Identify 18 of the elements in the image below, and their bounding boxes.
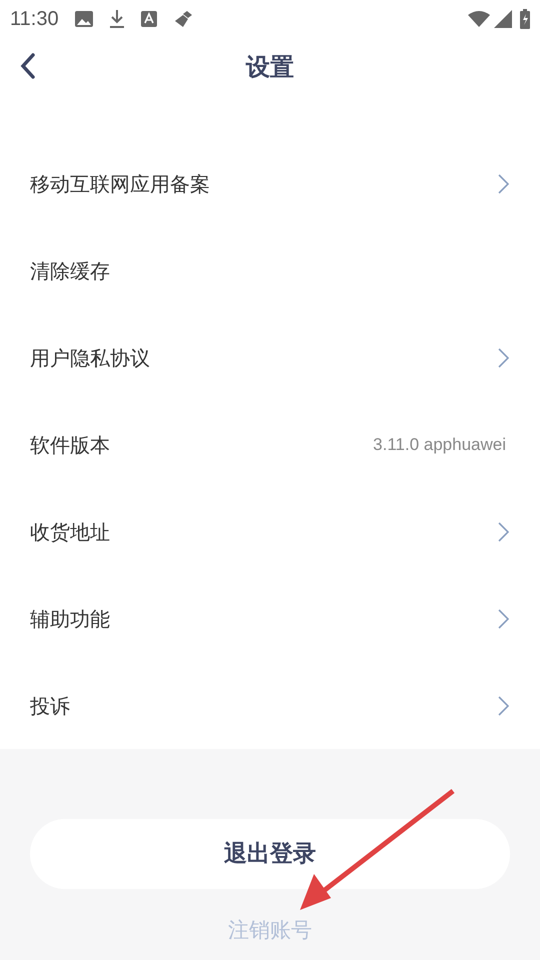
chevron-icon [498, 608, 510, 628]
status-time: 11:30 [10, 7, 59, 32]
logout-button[interactable]: 退出登录 [30, 819, 510, 889]
chevron-icon [498, 174, 510, 194]
download-icon [108, 9, 125, 29]
font-icon [140, 11, 157, 27]
chevron-icon [498, 522, 510, 542]
signal-icon [494, 10, 512, 28]
battery-icon [520, 9, 530, 29]
wifi-icon [468, 11, 490, 27]
setting-label[interactable]: 软件版本 [30, 430, 374, 460]
back-icon[interactable] [20, 53, 36, 79]
chevron-icon [498, 696, 510, 716]
broom-icon [172, 10, 193, 28]
page-title: 设置 [246, 52, 294, 82]
chevron-icon [498, 348, 510, 368]
image-icon [74, 11, 93, 27]
version-value: 3.11.0 apphuawei [373, 434, 506, 456]
